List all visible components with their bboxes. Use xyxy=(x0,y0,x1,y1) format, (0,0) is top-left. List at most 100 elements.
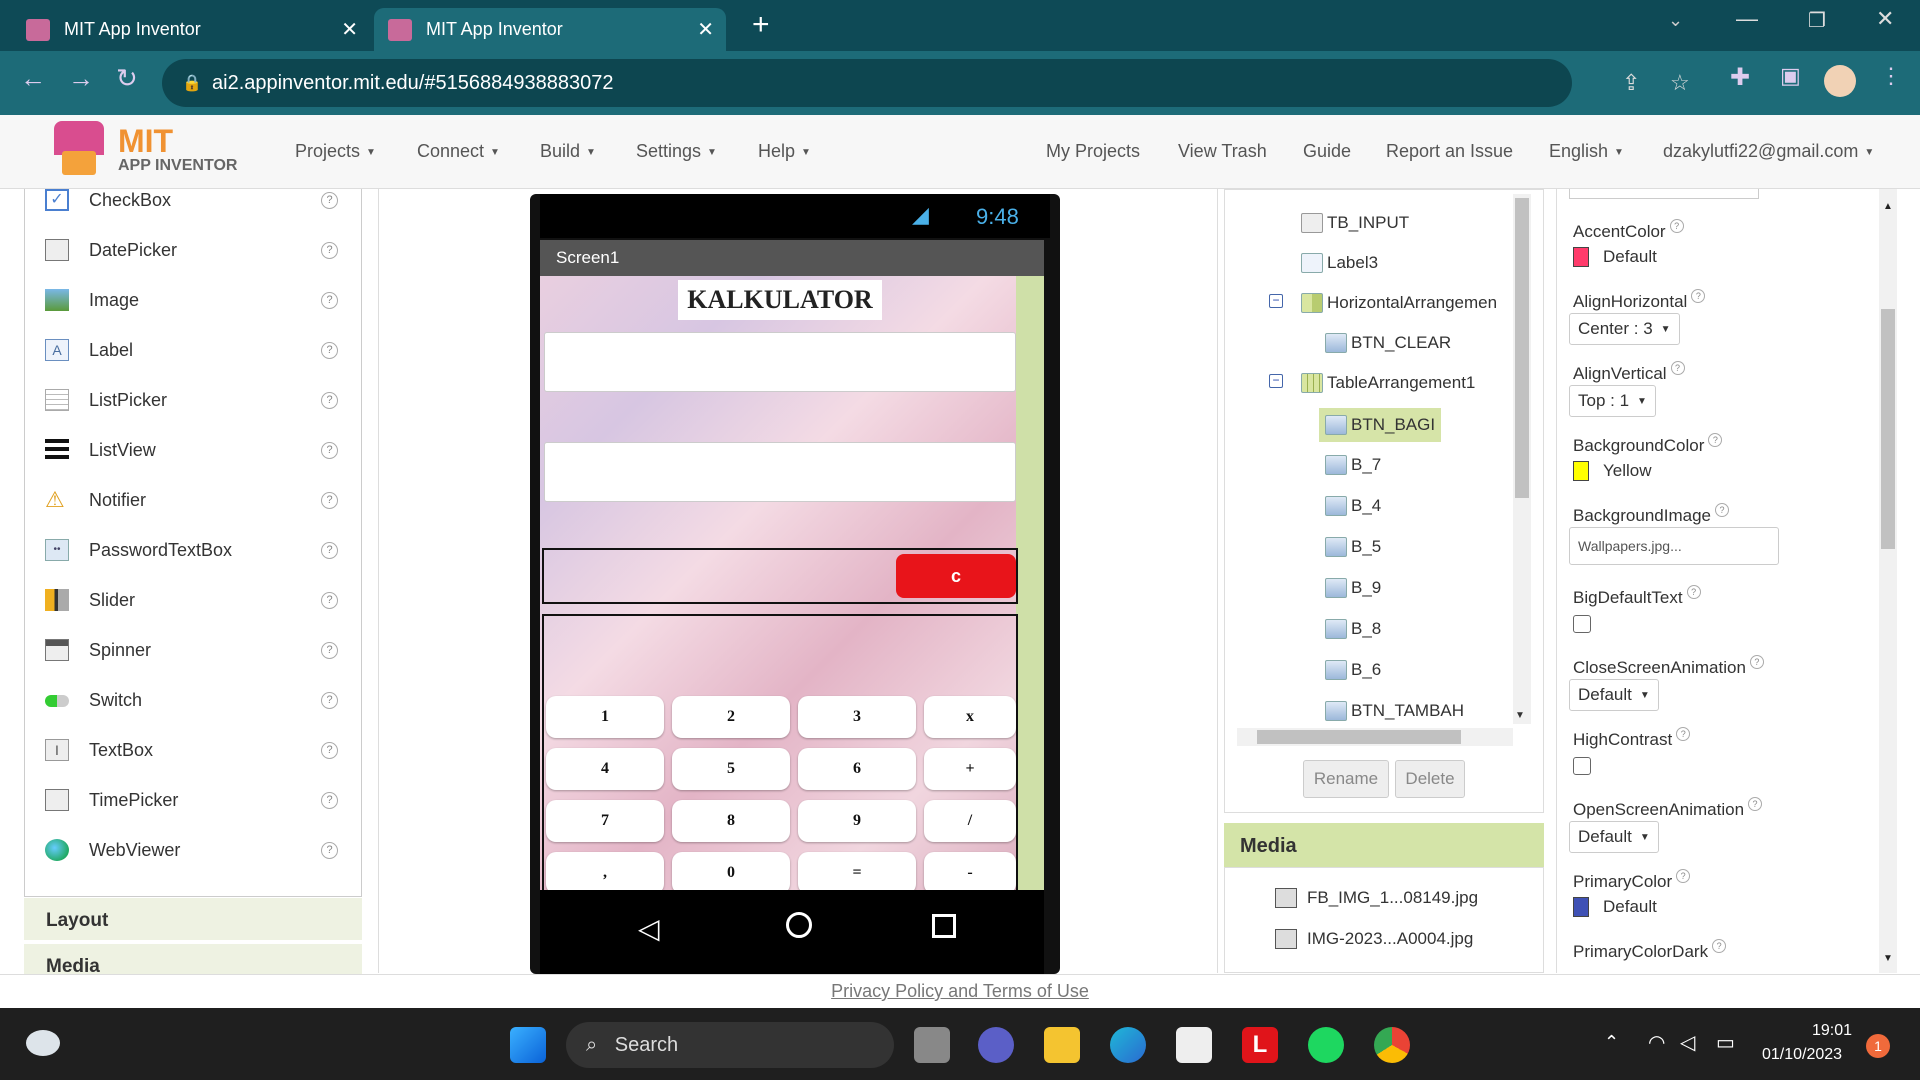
palette-item-notifier[interactable]: ⚠ Notifier ? xyxy=(25,475,363,525)
menu-build[interactable]: Build ▼ xyxy=(540,141,596,162)
wifi-icon[interactable]: ◠ xyxy=(1648,1030,1665,1055)
key-equals[interactable]: = xyxy=(798,852,916,890)
horizontal-arrangement[interactable]: c xyxy=(542,548,1018,604)
help-icon[interactable]: ? xyxy=(1669,219,1684,233)
nav-back-icon[interactable]: ◁ xyxy=(638,912,660,945)
palette-item-switch[interactable]: Switch ? xyxy=(25,675,363,725)
language-dropdown[interactable]: English ▼ xyxy=(1549,141,1624,162)
palette-section-layout[interactable]: Layout xyxy=(24,898,362,940)
component-b-4[interactable]: B_4 xyxy=(1325,491,1381,521)
help-icon[interactable]: ? xyxy=(321,291,338,309)
reload-icon[interactable]: ↻ xyxy=(116,63,138,94)
properties-scrollbar[interactable]: ▲ ▼ xyxy=(1879,189,1897,973)
browser-menu-icon[interactable]: ⋮ xyxy=(1880,63,1902,89)
component-b-6[interactable]: B_6 xyxy=(1325,655,1381,685)
help-icon[interactable]: ? xyxy=(321,591,338,609)
component-b-7[interactable]: B_7 xyxy=(1325,450,1381,480)
component-tb-input[interactable]: TB_INPUT xyxy=(1301,208,1409,238)
key-minus[interactable]: - xyxy=(924,852,1016,890)
nav-home-icon[interactable] xyxy=(786,912,812,938)
key-divide[interactable]: / xyxy=(924,800,1016,842)
browser-tab-1[interactable]: MIT App Inventor ✕ xyxy=(12,8,370,51)
link-guide[interactable]: Guide xyxy=(1303,141,1351,162)
prop-accent-color-picker[interactable]: Default xyxy=(1573,247,1657,267)
close-tab-icon[interactable]: ✕ xyxy=(697,17,714,42)
scroll-up-icon[interactable]: ▲ xyxy=(1883,201,1893,212)
component-b-5[interactable]: B_5 xyxy=(1325,532,1381,562)
media-file[interactable]: FB_IMG_1...08149.jpg xyxy=(1275,883,1478,913)
key-4[interactable]: 4 xyxy=(546,748,664,790)
palette-item-textbox[interactable]: I TextBox ? xyxy=(25,725,363,775)
prop-high-contrast-checkbox[interactable] xyxy=(1573,757,1591,775)
palette-section-media[interactable]: Media xyxy=(24,944,362,977)
palette-item-label[interactable]: A Label ? xyxy=(25,325,363,375)
weather-icon[interactable] xyxy=(26,1030,60,1056)
file-explorer-icon[interactable] xyxy=(1044,1027,1080,1063)
prop-close-screen-animation-dropdown[interactable]: Default ▼ xyxy=(1569,679,1659,711)
link-my-projects[interactable]: My Projects xyxy=(1046,141,1140,162)
windows-start-icon[interactable] xyxy=(510,1027,546,1063)
url-field[interactable]: 🔒 ai2.appinventor.mit.edu/#5156884938883… xyxy=(162,59,1690,107)
property-field-top[interactable] xyxy=(1569,189,1759,199)
clear-button[interactable]: c xyxy=(896,554,1016,598)
key-comma[interactable]: , xyxy=(546,852,664,890)
close-window-icon[interactable]: ✕ xyxy=(1876,6,1894,32)
new-tab-button[interactable]: + xyxy=(752,8,770,42)
side-panel-icon[interactable]: ▣ xyxy=(1780,63,1801,89)
taskbar-search[interactable]: ⌕ Search xyxy=(566,1022,894,1068)
show-hidden-icons-icon[interactable]: ⌃ xyxy=(1604,1032,1619,1053)
scroll-down-icon[interactable]: ▼ xyxy=(1515,710,1525,721)
help-icon[interactable]: ? xyxy=(321,441,338,459)
help-icon[interactable]: ? xyxy=(321,541,338,559)
help-icon[interactable]: ? xyxy=(321,741,338,759)
help-icon[interactable]: ? xyxy=(321,341,338,359)
component-table-arrangement[interactable]: TableArrangement1 xyxy=(1301,368,1475,398)
text-input-1[interactable] xyxy=(544,332,1016,392)
palette-item-spinner[interactable]: Spinner ? xyxy=(25,625,363,675)
close-tab-icon[interactable]: ✕ xyxy=(341,17,358,42)
help-icon[interactable]: ? xyxy=(321,841,338,859)
key-plus[interactable]: + xyxy=(924,748,1016,790)
tab-search-icon[interactable]: ⌄ xyxy=(1668,10,1683,31)
component-btn-tambah[interactable]: BTN_TAMBAH xyxy=(1325,696,1464,726)
edge-icon[interactable] xyxy=(1110,1027,1146,1063)
help-icon[interactable]: ? xyxy=(321,241,338,259)
app-l-icon[interactable]: L xyxy=(1242,1027,1278,1063)
volume-icon[interactable]: ◁ xyxy=(1680,1030,1695,1055)
menu-help[interactable]: Help ▼ xyxy=(758,141,811,162)
prop-big-default-text-checkbox[interactable] xyxy=(1573,615,1591,633)
help-icon[interactable]: ? xyxy=(1686,585,1701,599)
vertical-scrollbar[interactable]: ▼ xyxy=(1513,194,1531,724)
key-2[interactable]: 2 xyxy=(672,696,790,738)
help-icon[interactable]: ? xyxy=(1714,503,1729,517)
extensions-icon[interactable]: ✚ xyxy=(1730,63,1750,92)
menu-projects[interactable]: Projects ▼ xyxy=(295,141,376,162)
clock-time[interactable]: 19:01 xyxy=(1812,1022,1852,1040)
palette-item-passwordtextbox[interactable]: •• PasswordTextBox ? xyxy=(25,525,363,575)
bookmark-star-icon[interactable]: ☆ xyxy=(1670,70,1690,96)
app-title-label[interactable]: KALKULATOR xyxy=(678,280,882,320)
key-8[interactable]: 8 xyxy=(672,800,790,842)
restore-icon[interactable]: ❐ xyxy=(1808,8,1826,33)
help-icon[interactable]: ? xyxy=(321,491,338,509)
prop-align-vertical-dropdown[interactable]: Top : 1 ▼ xyxy=(1569,385,1656,417)
key-5[interactable]: 5 xyxy=(672,748,790,790)
privacy-policy-link[interactable]: Privacy Policy and Terms of Use xyxy=(831,981,1089,1001)
key-6[interactable]: 6 xyxy=(798,748,916,790)
help-icon[interactable]: ? xyxy=(1749,655,1764,669)
text-input-2[interactable] xyxy=(544,442,1016,502)
palette-item-slider[interactable]: Slider ? xyxy=(25,575,363,625)
component-btn-clear[interactable]: BTN_CLEAR xyxy=(1325,328,1451,358)
clock-date[interactable]: 01/10/2023 xyxy=(1762,1046,1842,1064)
key-0[interactable]: 0 xyxy=(672,852,790,890)
component-b-8[interactable]: B_8 xyxy=(1325,614,1381,644)
help-icon[interactable]: ? xyxy=(1712,939,1727,953)
help-icon[interactable]: ? xyxy=(1748,797,1763,811)
microsoft-store-icon[interactable] xyxy=(1176,1027,1212,1063)
help-icon[interactable]: ? xyxy=(321,391,338,409)
palette-item-listpicker[interactable]: ListPicker ? xyxy=(25,375,363,425)
prop-align-horizontal-dropdown[interactable]: Center : 3 ▼ xyxy=(1569,313,1680,345)
profile-avatar[interactable] xyxy=(1824,65,1856,97)
help-icon[interactable]: ? xyxy=(321,191,338,209)
component-btn-bagi[interactable]: BTN_BAGI xyxy=(1319,408,1442,442)
